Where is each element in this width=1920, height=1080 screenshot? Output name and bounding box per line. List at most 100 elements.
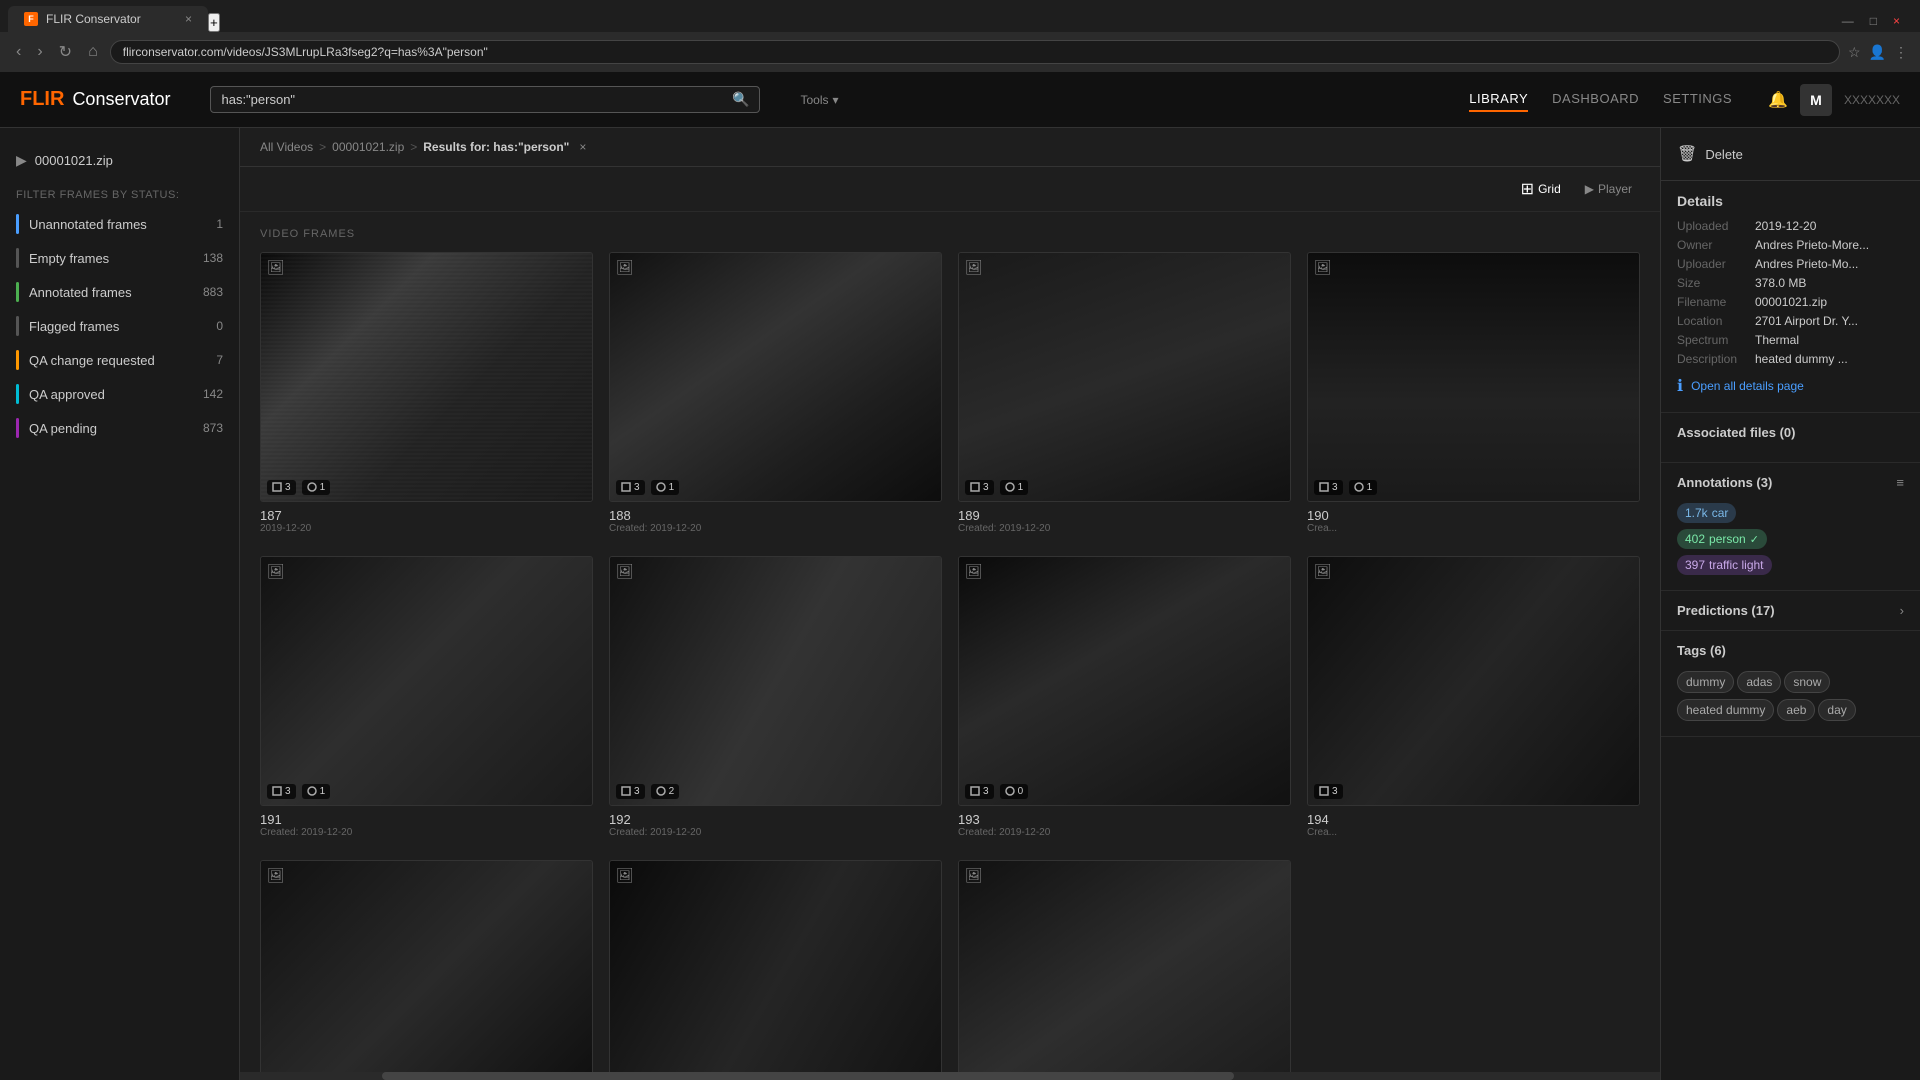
grid-view-btn[interactable]: ⊞ Grid	[1513, 175, 1569, 203]
sidebar-item-unannotated[interactable]: Unannotated frames 1	[0, 207, 239, 241]
frame-bbox-count: 3	[616, 784, 645, 799]
sort-icon[interactable]: ≡	[1896, 475, 1904, 490]
frame-card-194[interactable]: 🖼 3 194 Crea...	[1307, 556, 1640, 844]
breadcrumb-zip-file[interactable]: 00001021.zip	[332, 140, 404, 154]
frame-badges: 3 0	[965, 784, 1028, 799]
back-btn[interactable]: ‹	[12, 39, 25, 65]
description-key: Description	[1677, 352, 1747, 366]
nav-settings[interactable]: SETTINGS	[1663, 87, 1732, 112]
sidebar-item-qa-pending[interactable]: QA pending 873	[0, 411, 239, 445]
breadcrumb-search-input[interactable]	[592, 140, 747, 154]
new-tab-btn[interactable]: +	[208, 13, 220, 32]
avatar[interactable]: M	[1800, 84, 1832, 116]
horizontal-scrollbar[interactable]	[240, 1072, 1660, 1080]
right-panel: 🗑 Delete Details Uploaded 2019-12-20 Own…	[1660, 128, 1920, 1080]
address-input[interactable]	[123, 45, 1827, 59]
frame-card-partial-2[interactable]: 🖼	[609, 860, 942, 1073]
tag-aeb[interactable]: aeb	[1777, 699, 1815, 721]
frame-overlay-icon: 🖼	[616, 259, 634, 276]
win-close-btn[interactable]: ×	[1893, 14, 1900, 28]
frame-card-187[interactable]: 🖼 3 1	[260, 252, 593, 540]
uploaded-key: Uploaded	[1677, 219, 1747, 233]
frame-card-191[interactable]: 🖼 3 1	[260, 556, 593, 844]
logo-flir: FLIR	[20, 88, 64, 111]
delete-btn[interactable]: 🗑 Delete	[1677, 140, 1743, 168]
logo: FLIR Conservator	[20, 88, 170, 111]
search-icon[interactable]: 🔍	[732, 91, 749, 108]
sidebar-item-qa-approved[interactable]: QA approved 142	[0, 377, 239, 411]
breadcrumb: All Videos > 00001021.zip > Results for:…	[240, 128, 1660, 167]
player-view-btn[interactable]: ▶ Player	[1577, 178, 1640, 200]
annotation-person-tag[interactable]: 402 person ✓	[1677, 526, 1904, 552]
sidebar-file[interactable]: ▶ 00001021.zip	[0, 144, 239, 177]
predictions-row[interactable]: Predictions (17) ›	[1677, 603, 1904, 618]
browser-tab-active[interactable]: F FLIR Conservator ×	[8, 6, 208, 32]
detail-row-owner: Owner Andres Prieto-More...	[1677, 238, 1904, 252]
browser-toolbar: ‹ › ↻ ⌂ ☆ 👤 ⋮	[0, 32, 1920, 72]
browser-tabs: F FLIR Conservator × + — □ ×	[0, 0, 1920, 32]
tab-close-btn[interactable]: ×	[185, 12, 192, 26]
status-dot-unannotated	[16, 214, 19, 234]
sidebar-label-qa-change: QA change requested	[29, 353, 210, 368]
nav-dashboard[interactable]: DASHBOARD	[1552, 87, 1639, 112]
win-maximize-btn[interactable]: □	[1870, 14, 1877, 28]
tag-dummy[interactable]: dummy	[1677, 671, 1734, 693]
detail-row-description: Description heated dummy ...	[1677, 352, 1904, 366]
search-input[interactable]	[221, 92, 726, 107]
frame-card-partial-1[interactable]: 🖼	[260, 860, 593, 1073]
nav-library[interactable]: LIBRARY	[1469, 87, 1528, 112]
tag-heated-dummy[interactable]: heated dummy	[1677, 699, 1774, 721]
browser-menu-btn[interactable]: ⋮	[1894, 44, 1908, 61]
frame-card-190[interactable]: 🖼 3 1	[1307, 252, 1640, 540]
frame-num-193: 193	[958, 812, 1291, 827]
sidebar-label-qa-approved: QA approved	[29, 387, 197, 402]
tools-btn[interactable]: Tools ▾	[800, 93, 838, 107]
sidebar-item-empty[interactable]: Empty frames 138	[0, 241, 239, 275]
frame-card-partial-3[interactable]: 🖼	[958, 860, 1291, 1073]
frame-num-187: 187	[260, 508, 593, 523]
win-minimize-btn[interactable]: —	[1842, 14, 1854, 28]
content-toolbar: ⊞ Grid ▶ Player	[240, 167, 1660, 212]
frame-date-192: Created: 2019-12-20	[609, 827, 942, 838]
sidebar-label-unannotated: Unannotated frames	[29, 217, 210, 232]
tag-snow[interactable]: snow	[1784, 671, 1830, 693]
breadcrumb-all-videos[interactable]: All Videos	[260, 140, 313, 154]
sidebar-filename: 00001021.zip	[35, 153, 113, 168]
frame-overlay-icon: 🖼	[616, 563, 634, 580]
annotation-traffic-tag[interactable]: 397 traffic light	[1677, 552, 1904, 578]
frame-bbox-count: 3	[267, 784, 296, 799]
ann-traffic-label: traffic light	[1709, 558, 1763, 572]
grid-view-label: Grid	[1538, 182, 1561, 196]
ann-traffic-count: 397	[1685, 558, 1705, 572]
browser-chrome: F FLIR Conservator × + — □ × ‹ › ↻ ⌂ ☆ 👤…	[0, 0, 1920, 72]
notification-btn[interactable]: 🔔	[1768, 90, 1788, 110]
person-check-icon: ✓	[1750, 533, 1759, 546]
sidebar-item-annotated[interactable]: Annotated frames 883	[0, 275, 239, 309]
tag-day[interactable]: day	[1818, 699, 1855, 721]
refresh-btn[interactable]: ↻	[55, 38, 76, 66]
open-details-btn[interactable]: ℹ Open all details page	[1677, 372, 1804, 400]
search-bar[interactable]: 🔍	[210, 86, 760, 113]
breadcrumb-clear-btn[interactable]: ×	[579, 140, 586, 154]
bookmark-btn[interactable]: ☆	[1848, 44, 1861, 61]
profile-btn[interactable]: 👤	[1869, 44, 1886, 61]
frame-overlay-icon: 🖼	[267, 563, 285, 580]
right-panel-top: 🗑 Delete	[1661, 128, 1920, 181]
sidebar-item-flagged[interactable]: Flagged frames 0	[0, 309, 239, 343]
home-btn[interactable]: ⌂	[84, 39, 102, 65]
annotations-section: Annotations (3) ≡ 1.7k car 402 person ✓	[1661, 463, 1920, 591]
forward-btn[interactable]: ›	[33, 39, 46, 65]
frame-card-193[interactable]: 🖼 3 0	[958, 556, 1291, 844]
address-bar[interactable]	[110, 40, 1840, 64]
tag-adas[interactable]: adas	[1737, 671, 1781, 693]
frame-card-189[interactable]: 🖼 3 1	[958, 252, 1291, 540]
predictions-arrow[interactable]: ›	[1900, 603, 1904, 618]
scrollbar-thumb[interactable]	[382, 1072, 1234, 1080]
frame-seg-count: 1	[302, 784, 331, 799]
annotation-car-tag[interactable]: 1.7k car	[1677, 500, 1904, 526]
spectrum-key: Spectrum	[1677, 333, 1747, 347]
frame-card-188[interactable]: 🖼 3 1	[609, 252, 942, 540]
predictions-section[interactable]: Predictions (17) ›	[1661, 591, 1920, 631]
frame-card-192[interactable]: 🖼 3 2	[609, 556, 942, 844]
sidebar-item-qa-change[interactable]: QA change requested 7	[0, 343, 239, 377]
